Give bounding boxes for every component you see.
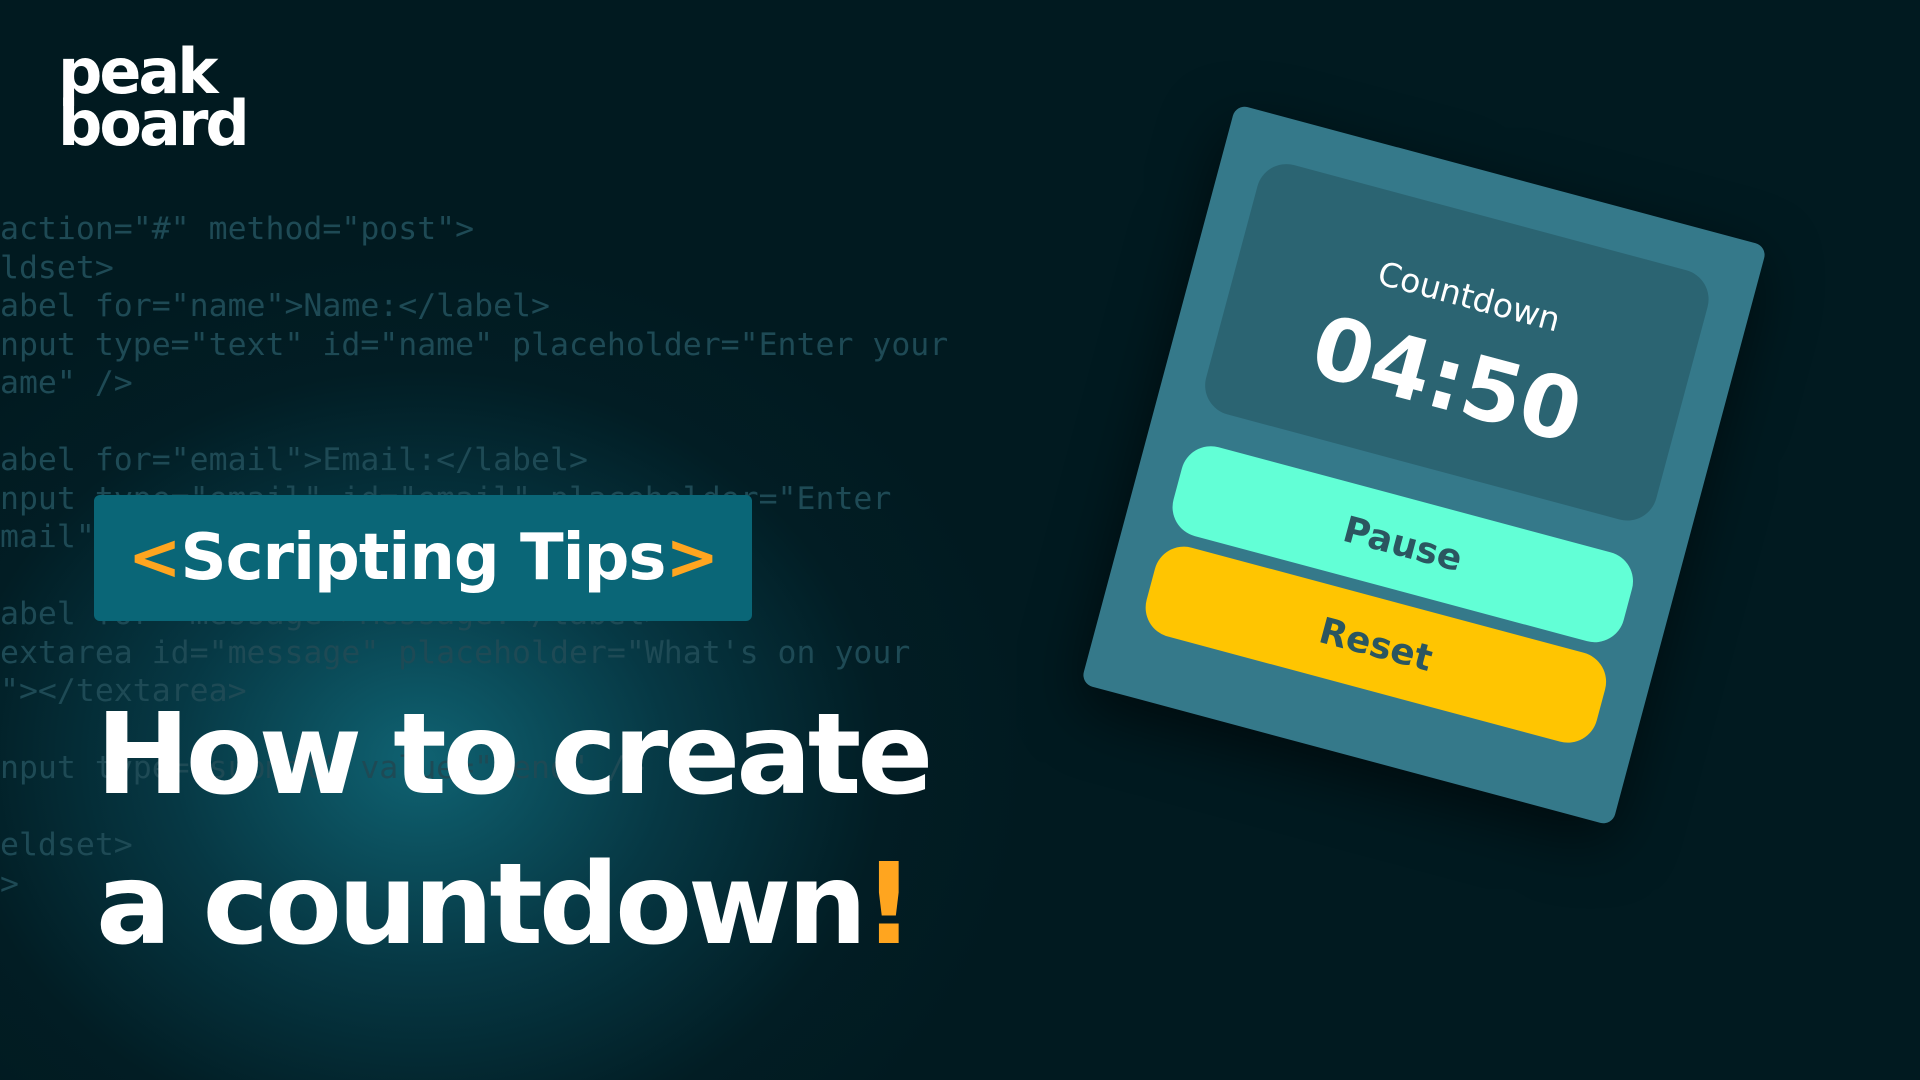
code-line: abel for="email">Email:</label>: [0, 442, 588, 478]
code-line: nput type="text" id="name" placeholder="…: [0, 326, 949, 363]
tag-close-bracket: >: [665, 521, 720, 595]
headline-line-1: How to create: [96, 690, 933, 820]
headline-line-2-wrap: a countdown!: [96, 830, 996, 980]
code-line: abel for="name">Name:</label>: [0, 288, 550, 324]
tag-open-bracket: <: [127, 521, 182, 595]
tag-text: Scripting Tips: [180, 521, 666, 595]
code-line: ame" />: [0, 365, 133, 401]
headline: How to create a countdown!: [96, 680, 996, 980]
code-line: action="#" method="post">: [0, 211, 475, 247]
peakboard-logo: peak board: [58, 41, 268, 160]
code-line: extarea id="message" placeholder="What's…: [0, 634, 911, 671]
logo-line-2: board: [58, 87, 250, 160]
scripting-tips-tag: < Scripting Tips >: [94, 495, 752, 621]
headline-line-2: a countdown: [96, 840, 867, 970]
headline-exclamation: !: [863, 840, 914, 970]
code-line: ldset>: [0, 249, 114, 286]
